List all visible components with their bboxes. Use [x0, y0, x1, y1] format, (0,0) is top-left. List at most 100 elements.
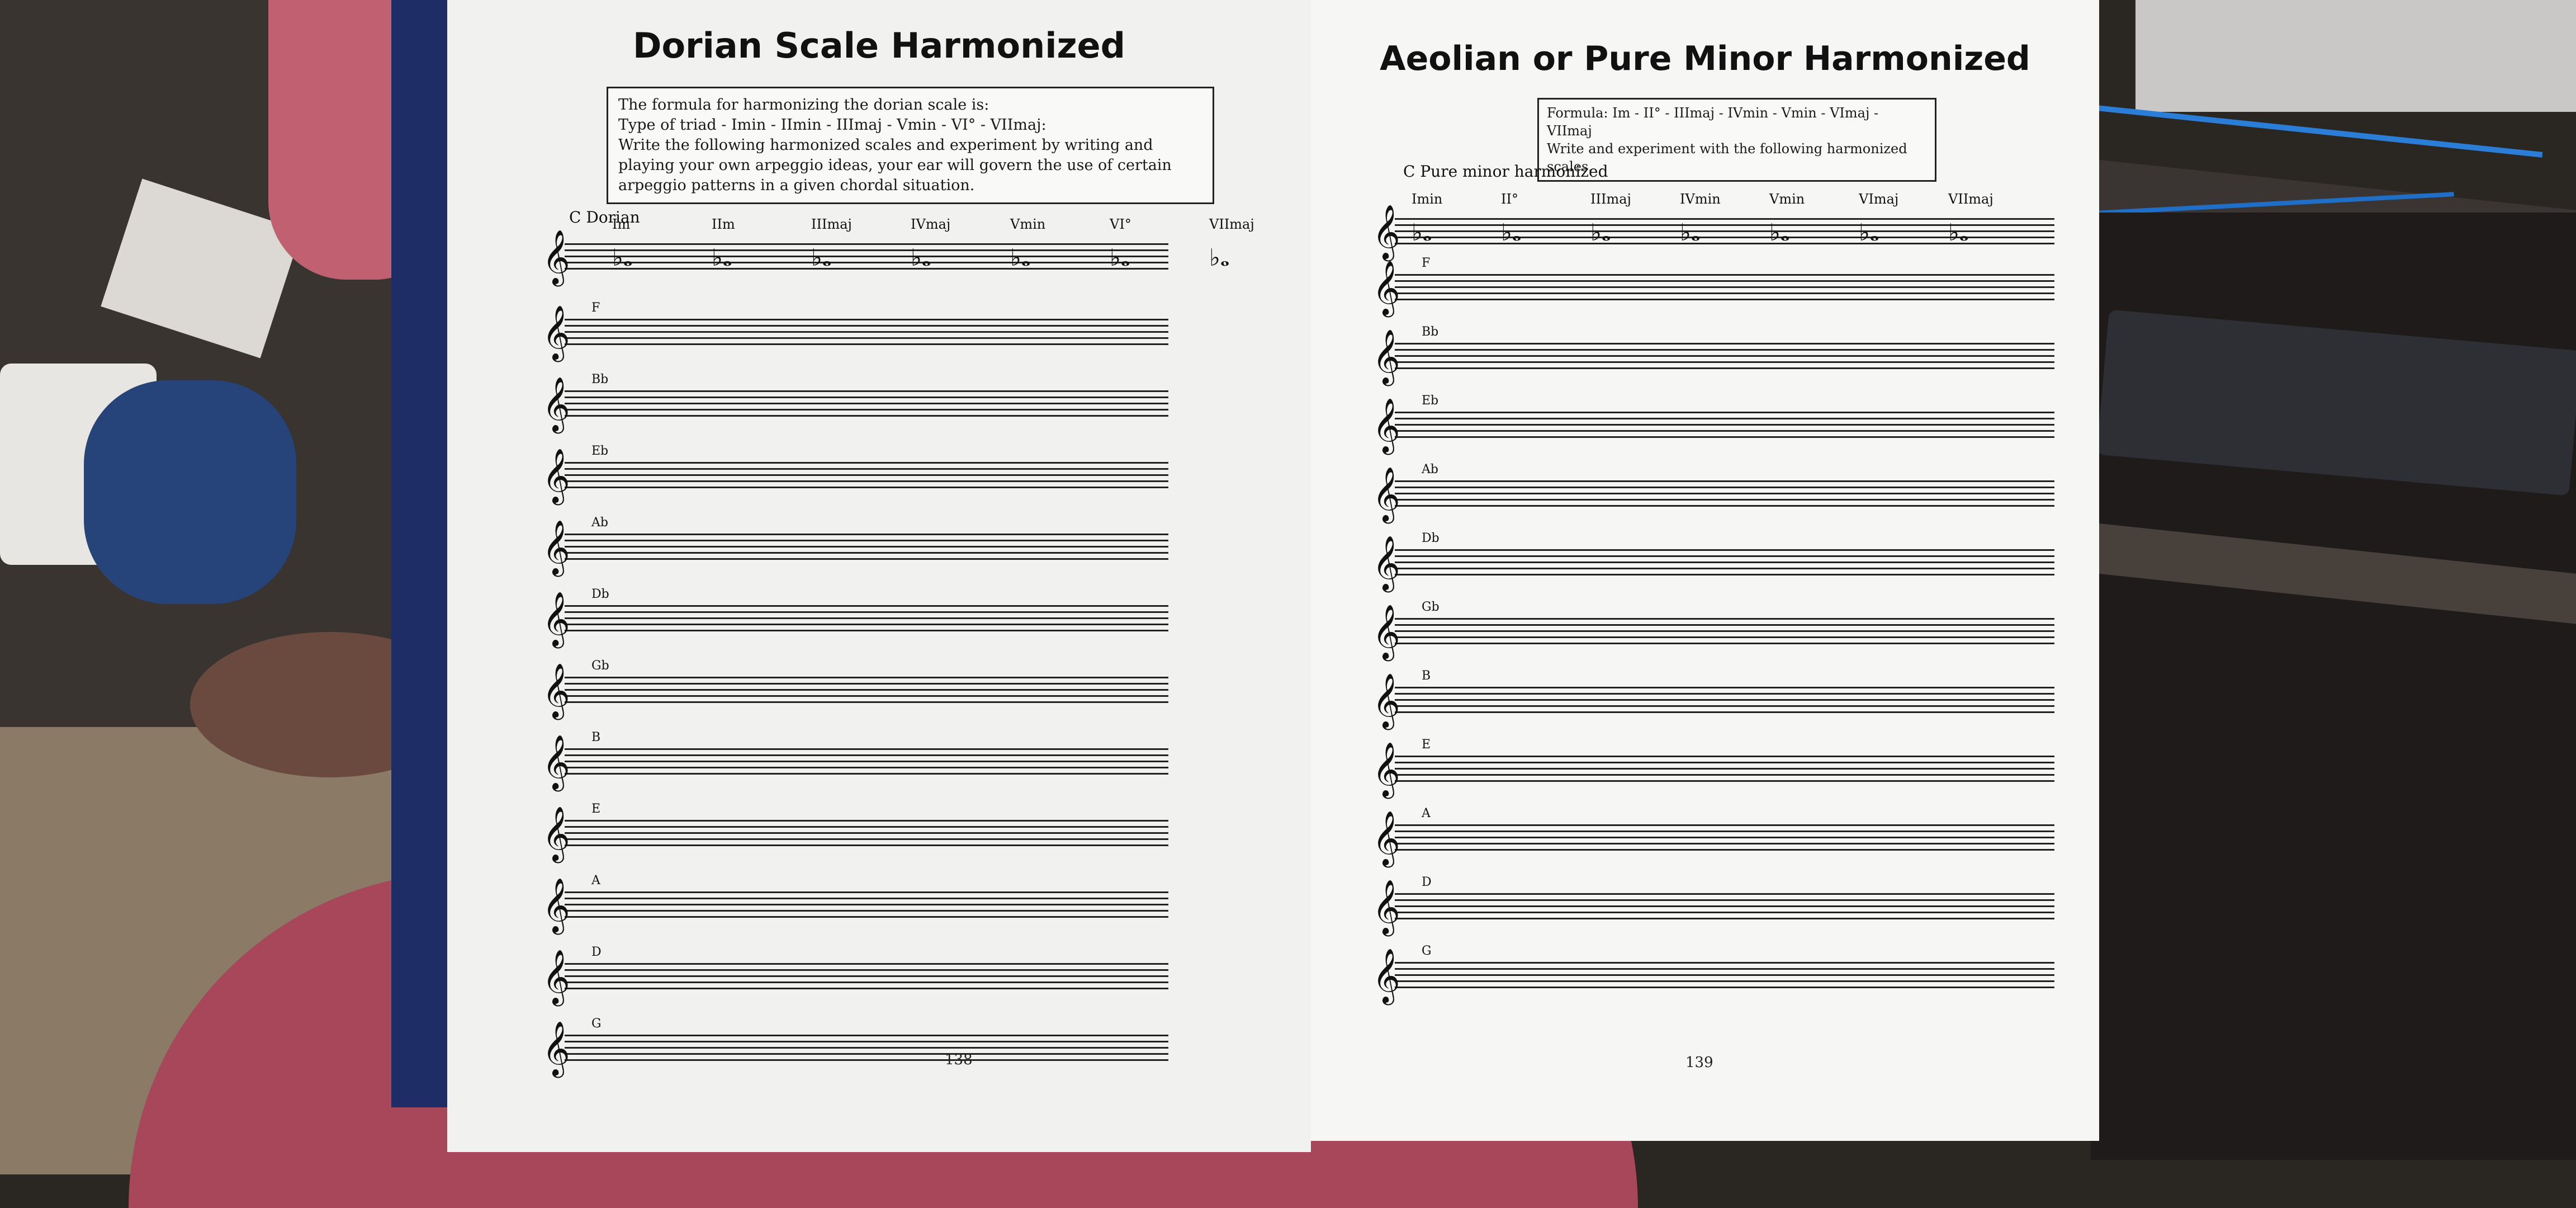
chord-notes-icon: ♭𝅝	[1590, 219, 1611, 246]
staff: 𝄞 Gb	[542, 659, 1168, 716]
staff-line	[565, 319, 1168, 320]
degree-label: IVmin	[1680, 191, 1721, 207]
staff-line	[565, 617, 1168, 619]
staff-line	[1395, 980, 2054, 982]
staff-line	[1395, 968, 2054, 970]
staff-line	[1395, 762, 2054, 763]
chord-notes-icon: ♭𝅝	[1110, 244, 1130, 271]
staff-line	[1395, 768, 2054, 770]
staff-line	[565, 415, 1168, 417]
staff-line	[1395, 912, 2054, 913]
staff: 𝄞 Db	[542, 587, 1168, 644]
staff-line	[565, 1053, 1168, 1055]
staff-line	[1395, 699, 2054, 701]
staff-line	[1395, 430, 2054, 432]
treble-clef-icon: 𝄞	[542, 448, 570, 503]
staff-line	[1395, 849, 2054, 851]
treble-clef-icon: 𝄞	[1372, 810, 1400, 865]
staff-line	[565, 243, 1168, 245]
key-label: G	[591, 1017, 602, 1031]
staff-line	[565, 256, 1168, 257]
staff-line	[1395, 824, 2054, 826]
staff-line	[1395, 424, 2054, 426]
staff-line	[1395, 568, 2054, 569]
staff-line	[565, 552, 1168, 554]
staff-line	[565, 1047, 1168, 1049]
staff-line	[565, 844, 1168, 846]
treble-clef-icon: 𝄞	[1372, 742, 1400, 796]
degree-label: VImaj	[1859, 191, 1899, 207]
staff-line	[1395, 756, 2054, 757]
staff: 𝄞 G	[1372, 944, 2054, 1001]
key-label: Eb	[591, 444, 609, 458]
treble-clef-icon: 𝄞	[542, 734, 570, 789]
staff-line	[565, 558, 1168, 560]
staff-line	[565, 630, 1168, 631]
degree-label: VIImaj	[1209, 216, 1254, 232]
degree-label: IIImaj	[811, 216, 852, 232]
treble-clef-icon: 𝄞	[542, 949, 570, 1004]
staff-line	[565, 611, 1168, 613]
staff-line	[1395, 830, 2054, 832]
staff-line	[565, 891, 1168, 893]
staff-line	[565, 487, 1168, 488]
key-label: B	[1422, 669, 1431, 683]
chord-notes-icon: ♭𝅝	[1501, 219, 1522, 246]
staff-line	[1395, 367, 2054, 369]
treble-clef-icon: 𝄞	[1372, 535, 1400, 590]
chord-notes-icon: ♭𝅝	[1680, 219, 1701, 246]
page-number: 138	[945, 1051, 973, 1068]
staff-line	[565, 754, 1168, 756]
key-label: A	[591, 874, 600, 888]
staff-line	[1395, 711, 2054, 713]
staff-line	[1395, 549, 2054, 551]
staff: 𝄞 B	[542, 730, 1168, 787]
right-page: Aeolian or Pure Minor Harmonized Formula…	[1311, 0, 2099, 1141]
staff-line	[1395, 286, 2054, 288]
left-page: Dorian Scale Harmonized The formula for …	[447, 0, 1311, 1152]
staff-line	[1395, 693, 2054, 695]
staff-line	[1395, 899, 2054, 901]
staff-line	[1395, 636, 2054, 638]
staff: 𝄞 G	[542, 1017, 1168, 1074]
staff: 𝄞 Db	[1372, 531, 2054, 588]
staff-line	[1395, 292, 2054, 294]
treble-clef-icon: 𝄞	[1372, 398, 1400, 452]
staff-line	[1395, 843, 2054, 844]
staff-line	[565, 403, 1168, 404]
staff-line	[565, 262, 1168, 263]
key-label: Eb	[1422, 394, 1439, 408]
staff-line	[565, 546, 1168, 548]
formula-line: Formula: Im - II° - IIImaj - IVmin - Vmi…	[1547, 105, 1879, 139]
key-label: G	[1422, 944, 1432, 958]
blue-pot	[84, 380, 296, 604]
key-label: Db	[1422, 531, 1439, 545]
treble-clef-icon: 𝄞	[1372, 329, 1400, 384]
treble-clef-icon: 𝄞	[542, 591, 570, 646]
staff-line	[565, 462, 1168, 464]
staff: 𝄞 Bb	[1372, 325, 2054, 382]
staff-line	[565, 624, 1168, 625]
treble-clef-icon: 𝄞	[542, 520, 570, 574]
staff: 𝄞 B	[1372, 669, 2054, 726]
staff-line	[1395, 705, 2054, 707]
staff: 𝄞 D	[542, 945, 1168, 1002]
staff-line	[565, 969, 1168, 971]
page-title: Aeolian or Pure Minor Harmonized	[1380, 39, 2030, 78]
staff-line	[565, 390, 1168, 392]
staff-line	[565, 397, 1168, 398]
key-label: Bb	[1422, 325, 1439, 339]
staff: 𝄞 Eb	[542, 444, 1168, 501]
staff-line	[565, 701, 1168, 703]
degree-label: Vmin	[1010, 216, 1046, 232]
staff-line	[1395, 624, 2054, 626]
staff-line	[1395, 493, 2054, 494]
staff-line	[1395, 361, 2054, 363]
staff: 𝄞 A	[542, 874, 1168, 931]
staff-line	[565, 337, 1168, 339]
staff-line	[565, 540, 1168, 541]
key-label: A	[1422, 806, 1431, 820]
staff-line	[565, 910, 1168, 912]
staff-line	[1395, 274, 2054, 276]
treble-clef-icon: 𝄞	[542, 1021, 570, 1075]
